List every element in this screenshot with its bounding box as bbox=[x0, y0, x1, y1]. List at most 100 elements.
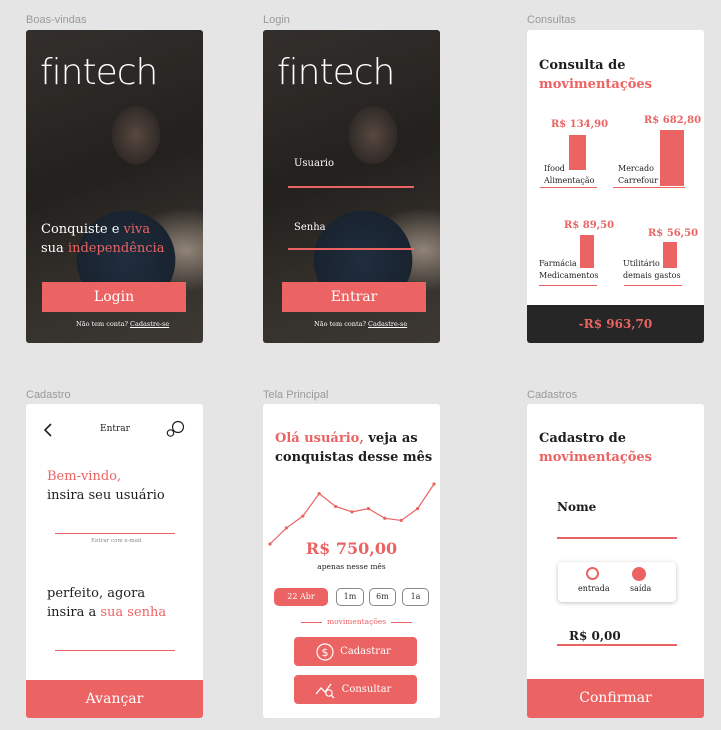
brand-logo: fintech bbox=[40, 52, 158, 93]
trend-point bbox=[301, 514, 305, 518]
month-amount: R$ 750,00 bbox=[305, 539, 398, 558]
item-underline bbox=[624, 285, 682, 286]
heading-text: perfeito, agora bbox=[47, 586, 146, 601]
trend-point bbox=[334, 504, 338, 509]
frame-label-login: Login bbox=[263, 14, 290, 26]
cadastros-screen: Cadastro de movimentações Nome entrada s… bbox=[527, 404, 704, 718]
trend-line bbox=[269, 483, 435, 545]
range-pill-selected[interactable]: 22 Abr bbox=[274, 588, 328, 606]
item-underline bbox=[613, 187, 685, 188]
consultas-screen: Consulta de movimentações R$ 134,90 Ifoo… bbox=[527, 30, 704, 343]
tagline-text: Conquiste e bbox=[41, 222, 124, 237]
type-selector: entrada saída bbox=[558, 562, 676, 602]
greeting-text: veja as bbox=[363, 431, 418, 446]
item-underline bbox=[539, 285, 597, 286]
welcome-heading: Bem-vindo, insira seu usuário bbox=[47, 467, 165, 505]
brand-logo: fintech bbox=[277, 52, 395, 93]
frame-label-welcome: Boas-vindas bbox=[26, 14, 87, 26]
entrada-radio[interactable] bbox=[586, 567, 599, 580]
range-pill-6m[interactable]: 6m bbox=[369, 588, 396, 606]
password-label: Senha bbox=[294, 222, 326, 233]
trend-point bbox=[284, 526, 288, 530]
email-hint[interactable]: Entrar com e-mail bbox=[91, 538, 142, 544]
signup-prompt-text: Não tem conta? bbox=[76, 320, 131, 328]
signup-link[interactable]: Cadastre-se bbox=[368, 320, 407, 328]
consultar-button[interactable]: Consultar bbox=[294, 675, 417, 704]
range-pill-1a[interactable]: 1a bbox=[402, 588, 429, 606]
greeting-highlight: Olá usuário, bbox=[275, 431, 364, 446]
item-label: Ifood Alimentação bbox=[544, 163, 594, 187]
cadastro-screen: Entrar Bem-vindo, insira seu usuário Ent… bbox=[26, 404, 203, 718]
item-label-line: Ifood bbox=[544, 164, 565, 173]
amount-caption: apenas nesse mês bbox=[317, 562, 386, 571]
item-label: Farmácia Medicamentos bbox=[539, 258, 598, 282]
frame-label-cadastro: Cadastro bbox=[26, 389, 71, 401]
title-text: Cadastro de bbox=[539, 431, 627, 446]
heading-highlight: Bem-vindo, bbox=[47, 469, 122, 484]
item-label-line: demais gastos bbox=[623, 271, 681, 280]
value-underline bbox=[557, 644, 677, 646]
cadastrar-button[interactable]: $ Cadastrar bbox=[294, 637, 417, 666]
next-button[interactable]: Avançar bbox=[26, 680, 203, 718]
trend-point bbox=[350, 510, 354, 514]
heading-text: insira seu usuário bbox=[47, 488, 165, 503]
section-label: movimentações bbox=[327, 617, 387, 626]
consultas-title: Consulta de movimentações bbox=[539, 56, 652, 94]
item-label-line: Utilitário bbox=[623, 259, 660, 268]
greeting-text: conquistas desse mês bbox=[275, 450, 433, 465]
password-input[interactable] bbox=[55, 650, 175, 651]
section-divider bbox=[391, 622, 412, 623]
total-value: -R$ 963,70 bbox=[578, 317, 653, 331]
item-label-line: Farmácia bbox=[539, 259, 577, 268]
back-icon[interactable] bbox=[43, 422, 53, 441]
entrada-label: entrada bbox=[578, 584, 610, 593]
password-input[interactable] bbox=[288, 248, 414, 250]
trend-point bbox=[366, 507, 370, 511]
heading-highlight: sua senha bbox=[100, 605, 167, 620]
chart-search-icon bbox=[315, 683, 335, 699]
frame-label-consultas: Consultas bbox=[527, 14, 576, 26]
main-screen: Olá usuário, veja as conquistas desse mê… bbox=[263, 404, 440, 718]
tagline-highlight: independência bbox=[67, 241, 165, 256]
range-pill-1m[interactable]: 1m bbox=[336, 588, 364, 606]
cadastrar-label: Cadastrar bbox=[340, 646, 391, 657]
saida-radio[interactable] bbox=[632, 567, 646, 581]
item-label-line: Alimentação bbox=[544, 176, 595, 185]
svg-text:$: $ bbox=[322, 646, 329, 659]
enter-button[interactable]: Entrar bbox=[282, 282, 426, 312]
saida-label: saída bbox=[630, 584, 652, 593]
greeting: Olá usuário, veja as conquistas desse mê… bbox=[275, 429, 432, 467]
user-input[interactable] bbox=[288, 186, 414, 188]
signup-prompt-text: Não tem conta? bbox=[314, 320, 369, 328]
title-text: Consulta de bbox=[539, 58, 626, 73]
item-underline bbox=[540, 187, 597, 188]
trend-point bbox=[399, 518, 403, 523]
login-screen: fintech Usuario Senha Entrar Não tem con… bbox=[263, 30, 440, 343]
trend-point bbox=[432, 482, 436, 486]
tagline-highlight: viva bbox=[123, 222, 151, 237]
header-title: Entrar bbox=[100, 424, 130, 434]
username-input[interactable] bbox=[55, 533, 175, 534]
options-icon[interactable] bbox=[165, 420, 187, 444]
value-display[interactable]: R$ 0,00 bbox=[569, 629, 621, 643]
signup-prompt: Não tem conta? Cadastre-se bbox=[314, 320, 407, 328]
login-button[interactable]: Login bbox=[42, 282, 186, 312]
frame-label-cadastros: Cadastros bbox=[527, 389, 578, 401]
item-label-line: Carrefour bbox=[618, 176, 659, 185]
item-bar bbox=[660, 130, 684, 186]
item-value: R$ 682,80 bbox=[644, 115, 702, 126]
section-divider bbox=[301, 622, 322, 623]
name-input[interactable] bbox=[557, 537, 677, 539]
trend-point bbox=[383, 516, 387, 520]
welcome-tagline: Conquiste e viva sua independência bbox=[41, 220, 164, 258]
signup-link[interactable]: Cadastre-se bbox=[130, 320, 169, 328]
item-value: R$ 134,90 bbox=[551, 119, 609, 130]
item-label-line: Medicamentos bbox=[539, 271, 599, 280]
dollar-icon: $ bbox=[316, 643, 334, 661]
user-label: Usuario bbox=[294, 158, 334, 169]
item-value: R$ 56,50 bbox=[648, 228, 699, 239]
heading-text: insira a bbox=[47, 605, 101, 620]
item-label: Mercado Carrefour bbox=[618, 163, 658, 187]
confirm-button[interactable]: Confirmar bbox=[527, 679, 704, 718]
signup-prompt: Não tem conta? Cadastre-se bbox=[76, 320, 169, 328]
